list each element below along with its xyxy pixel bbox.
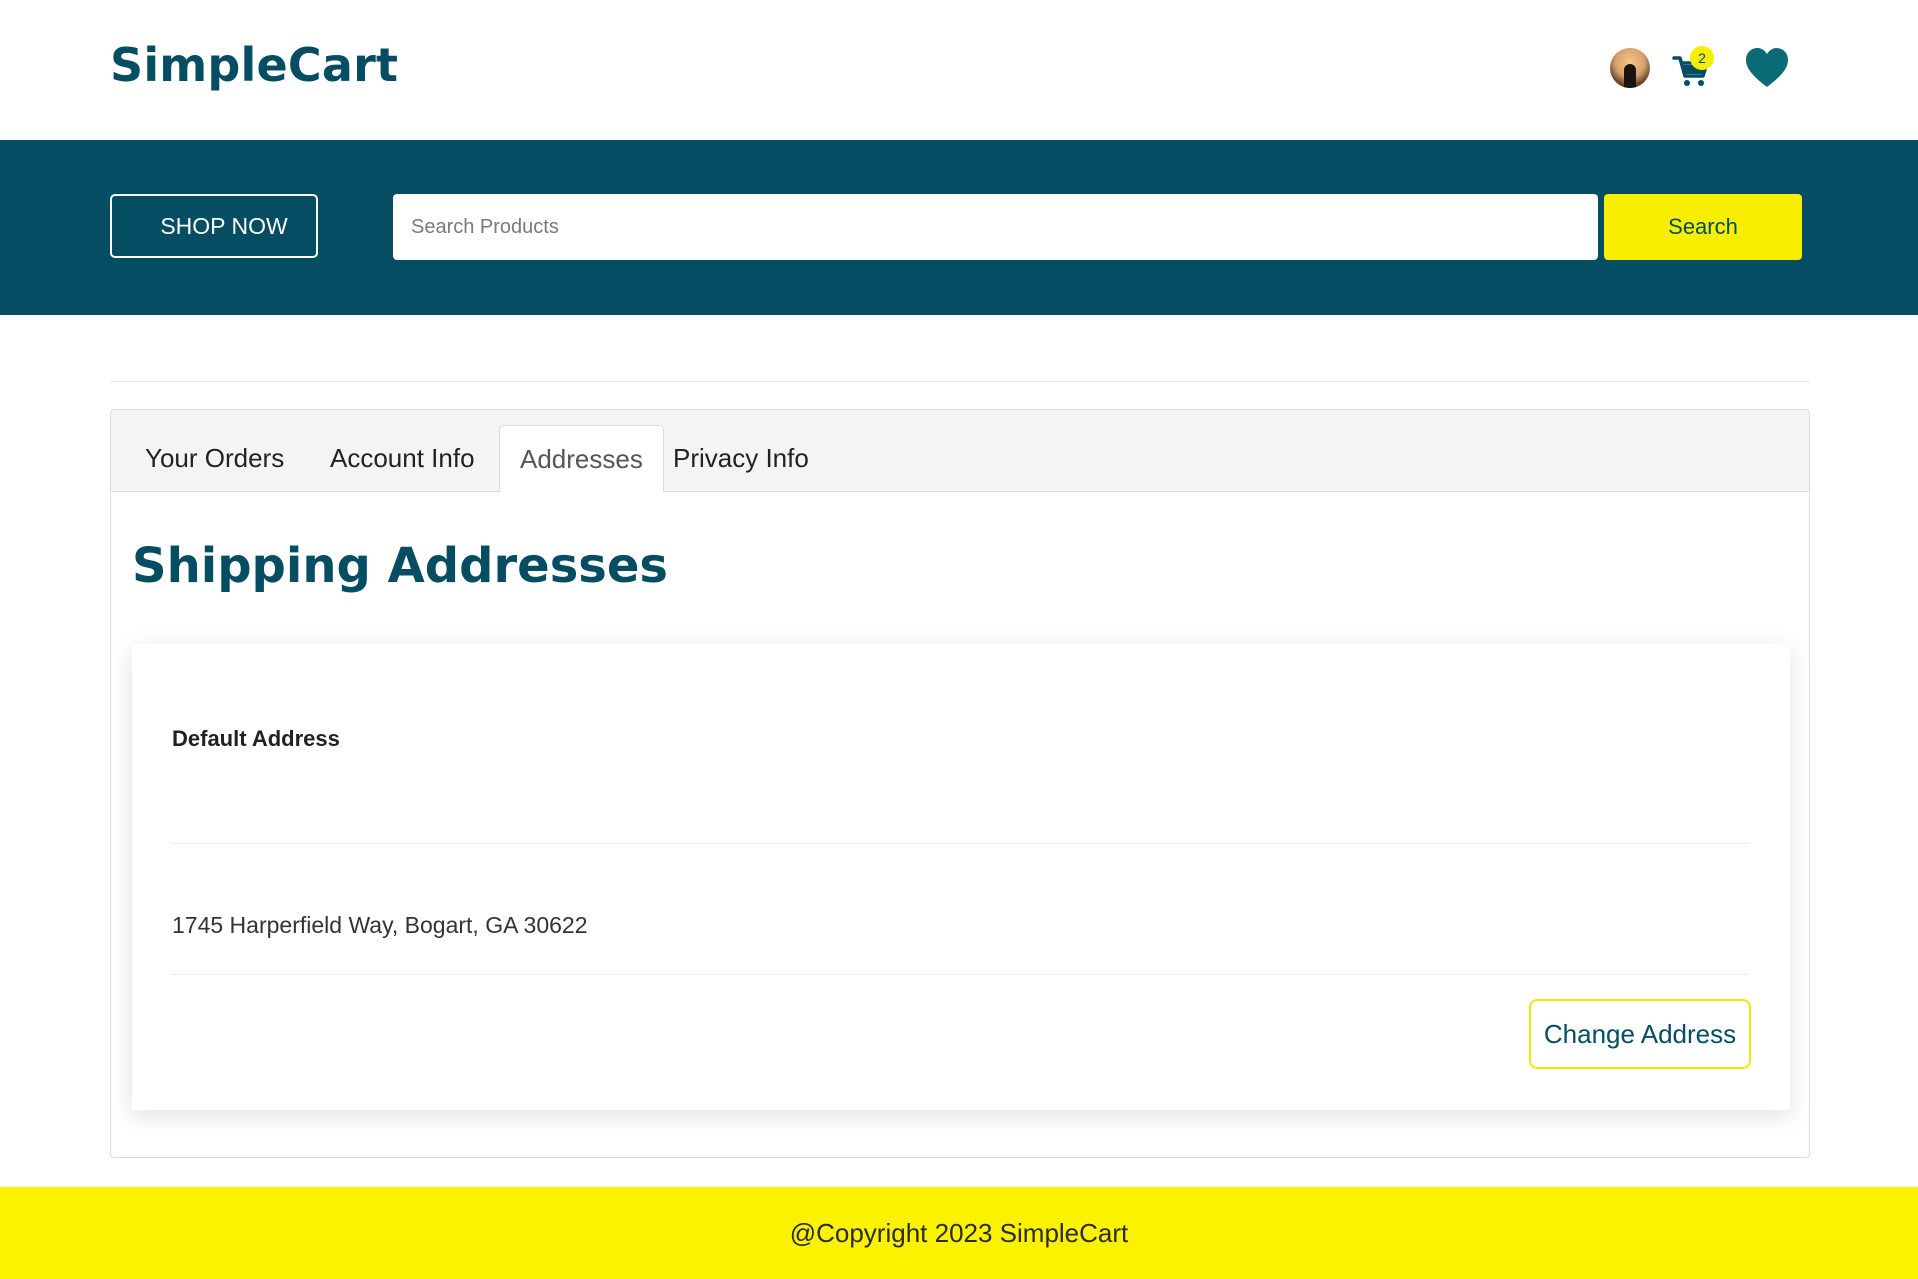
avatar-image (1624, 64, 1636, 88)
copyright-text: @Copyright 2023 SimpleCart (789, 1218, 1129, 1248)
change-address-button[interactable]: Change Address (1529, 999, 1751, 1069)
default-address-label: Default Address (172, 726, 340, 751)
search-input[interactable] (393, 194, 1598, 260)
tab-bar: Your Orders Account Info Addresses Priva… (111, 410, 1809, 493)
address-divider (172, 974, 1750, 975)
footer: @Copyright 2023 SimpleCart (0, 1187, 1918, 1279)
page-title: Shipping Addresses (132, 538, 668, 594)
account-card: Your Orders Account Info Addresses Priva… (110, 409, 1810, 1158)
tab-privacy-info[interactable]: Privacy Info (651, 425, 831, 492)
header-icons: 2 (1610, 42, 1790, 94)
tab-account-info[interactable]: Account Info (308, 425, 497, 492)
site-logo[interactable]: SimpleCart (110, 38, 398, 92)
tab-addresses[interactable]: Addresses (499, 425, 664, 493)
top-header: SimpleCart 2 (0, 0, 1918, 140)
tab-your-orders[interactable]: Your Orders (123, 425, 306, 492)
address-text: 1745 Harperfield Way, Bogart, GA 30622 (172, 912, 588, 938)
heart-icon[interactable] (1744, 46, 1790, 90)
shop-now-button[interactable]: SHOP NOW (110, 194, 318, 258)
user-avatar[interactable] (1610, 48, 1650, 88)
section-divider (110, 381, 1810, 382)
cart-count-badge: 2 (1690, 46, 1714, 70)
search-button[interactable]: Search (1604, 194, 1802, 260)
address-divider (172, 843, 1750, 844)
address-card: Default Address 1745 Harperfield Way, Bo… (132, 644, 1790, 1110)
cart-button[interactable]: 2 (1670, 46, 1714, 90)
search-banner: SHOP NOW Search (0, 140, 1918, 315)
